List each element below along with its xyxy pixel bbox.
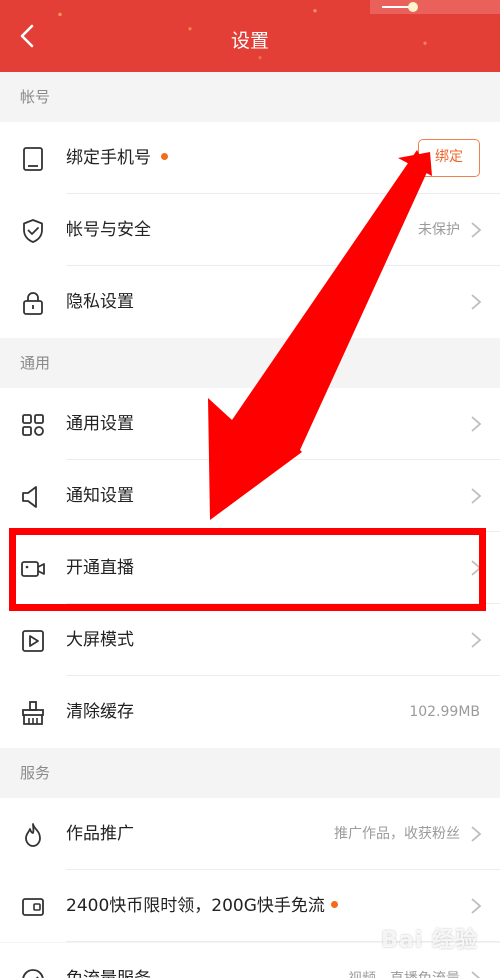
flame-icon: [25, 823, 41, 847]
general-settings-label: 通用设置: [66, 414, 134, 434]
promotion-value: 推广作品，收获粉丝: [334, 826, 460, 842]
privacy-row[interactable]: 隐私设置: [0, 266, 500, 338]
clear-cache-row[interactable]: 清除缓存 102.99MB: [0, 676, 500, 748]
wallet-icon: [22, 898, 44, 916]
chevron-right-icon: [471, 632, 482, 648]
bind-phone-text: 绑定手机号: [66, 148, 151, 168]
general-settings-row[interactable]: 通用设置: [0, 388, 500, 460]
promotion-label: 作品推广: [66, 824, 134, 844]
clear-cache-label: 清除缓存: [66, 702, 134, 722]
section-general: 通用: [0, 338, 500, 388]
promotion-row[interactable]: 作品推广 推广作品，收获粉丝: [0, 798, 500, 870]
shield-icon: [23, 219, 43, 243]
red-dot-badge: [161, 152, 168, 160]
account-security-value: 未保护: [418, 222, 460, 238]
coins-text: 2400快币限时领，200G快手免流: [66, 896, 325, 916]
chevron-right-icon: [471, 416, 482, 432]
chevron-right-icon: [471, 222, 482, 238]
red-dot-badge: [330, 900, 338, 908]
account-security-row[interactable]: 帐号与安全 未保护: [0, 194, 500, 266]
account-security-label: 帐号与安全: [66, 220, 151, 240]
check-circle-icon: [22, 969, 44, 978]
bind-button[interactable]: 绑定: [418, 139, 480, 177]
chevron-right-icon: [471, 898, 482, 914]
chevron-right-icon: [471, 971, 481, 978]
notification-label: 通知设置: [66, 486, 134, 506]
chevron-right-icon: [471, 294, 482, 310]
privacy-label: 隐私设置: [66, 292, 134, 312]
notification-row[interactable]: 通知设置: [0, 460, 500, 532]
broom-icon: [22, 701, 44, 725]
chevron-left-icon[interactable]: [14, 22, 42, 50]
chevron-right-icon: [471, 488, 482, 504]
coins-label: 2400快币限时领，200G快手免流: [66, 870, 338, 942]
highlight-box: [9, 528, 486, 611]
data-free-label: 免流量服务: [66, 943, 151, 978]
lock-icon: [23, 292, 43, 315]
speaker-icon: [22, 486, 37, 508]
section-service: 服务: [0, 748, 500, 798]
big-screen-row[interactable]: 大屏模式: [0, 604, 500, 676]
watermark: Bai 经验: [381, 928, 478, 953]
page-title: 设置: [230, 30, 269, 52]
grid-icon: [22, 414, 44, 436]
bind-phone-row[interactable]: 绑定手机号 绑定: [0, 122, 500, 194]
big-screen-label: 大屏模式: [66, 630, 134, 650]
play-screen-icon: [22, 630, 44, 652]
phone-icon: [23, 147, 43, 171]
bind-phone-label: 绑定手机号: [66, 122, 168, 194]
section-account: 帐号: [0, 72, 500, 122]
cache-size-value: 102.99MB: [409, 704, 480, 720]
header: 设置: [0, 0, 500, 72]
chevron-right-icon: [471, 826, 482, 842]
